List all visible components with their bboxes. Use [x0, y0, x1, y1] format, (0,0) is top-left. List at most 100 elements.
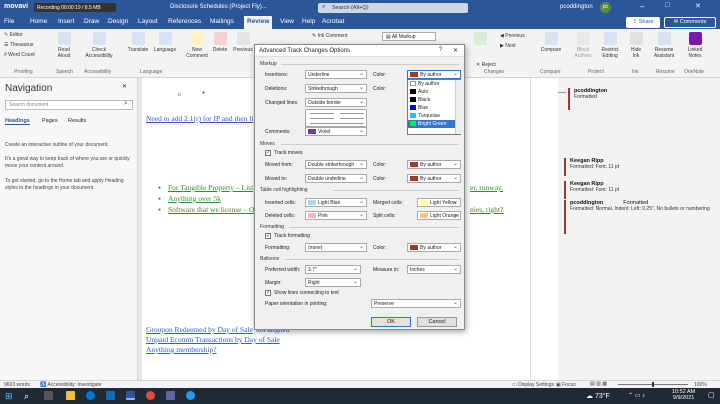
- read-aloud-button[interactable]: Read Aloud: [54, 32, 74, 59]
- color-option-auto[interactable]: Auto: [408, 88, 460, 96]
- file-explorer-icon[interactable]: [66, 391, 75, 400]
- task-view-icon[interactable]: [44, 391, 53, 400]
- formatting-color-select[interactable]: By author: [407, 243, 461, 252]
- search-icon[interactable]: ⌕: [24, 391, 29, 402]
- margin-select[interactable]: Right: [305, 278, 361, 287]
- view-mode-icons[interactable]: ▤ ▥ ▦: [590, 381, 607, 387]
- help-icon[interactable]: ?: [439, 47, 442, 53]
- track-moves-checkbox[interactable]: ✓: [265, 150, 271, 156]
- edge-icon[interactable]: [86, 391, 95, 400]
- tab-draw[interactable]: Draw: [84, 18, 99, 25]
- nav-tab-pages[interactable]: Pages: [42, 118, 58, 124]
- formatting-select[interactable]: (none): [305, 243, 367, 252]
- reject-button[interactable]: ✕ Reject: [476, 62, 496, 68]
- comment-balloon[interactable]: pcoddington Formatted: [568, 88, 716, 110]
- word-icon[interactable]: [126, 391, 135, 400]
- teams-icon[interactable]: [166, 391, 175, 400]
- tab-view[interactable]: View: [280, 18, 294, 25]
- moved-to-select[interactable]: Double underline: [305, 174, 367, 183]
- tab-review[interactable]: Review: [244, 16, 273, 29]
- color-option-by-author[interactable]: By author: [408, 80, 460, 88]
- app-icon[interactable]: [186, 391, 195, 400]
- weather-icon[interactable]: ☁ 73°F: [586, 392, 610, 400]
- avatar[interactable]: pc: [600, 2, 611, 13]
- next-change-button[interactable]: ▶ Next: [500, 43, 516, 49]
- tab-mailings[interactable]: Mailings: [210, 18, 234, 25]
- block-authors-button[interactable]: Block Authors: [570, 32, 596, 59]
- linked-notes-button[interactable]: Linked Notes: [682, 32, 708, 59]
- insertions-select[interactable]: Underline: [305, 70, 367, 79]
- moved-from-color-select[interactable]: By author: [407, 160, 461, 169]
- doc-bullet-5k[interactable]: Anything over 5k: [168, 194, 221, 203]
- color-dropdown-list[interactable]: By author Auto Black Blue Turquoise Brig…: [407, 79, 461, 135]
- previous-comment-button[interactable]: Previous: [231, 32, 255, 53]
- previous-change-button[interactable]: ◀ Previous: [500, 33, 525, 39]
- cancel-button[interactable]: Cancel: [417, 317, 457, 327]
- color-option-bright-green[interactable]: Bright Green: [408, 120, 460, 128]
- restrict-editing-button[interactable]: Restrict Editing: [597, 32, 623, 59]
- doc-line-ip[interactable]: Need to add 2.1(r) for IP and then li: [146, 114, 253, 123]
- compare-button[interactable]: Compare: [538, 32, 564, 53]
- comment-balloon[interactable]: pcoddington Formatted Formatted: Normal, …: [564, 200, 716, 234]
- user-name[interactable]: pcoddington: [560, 4, 593, 10]
- tab-help[interactable]: Help: [302, 18, 315, 25]
- inserted-cells-select[interactable]: Light Blue: [305, 198, 367, 207]
- deleted-cells-select[interactable]: Pink: [305, 211, 367, 220]
- comments-color-select[interactable]: Violet: [305, 127, 367, 136]
- zoom-slider-thumb[interactable]: [652, 382, 654, 387]
- delete-comment-button[interactable]: Delete: [210, 32, 230, 53]
- notifications-icon[interactable]: ▢: [708, 391, 715, 399]
- tab-file[interactable]: File: [4, 18, 14, 25]
- merged-cells-select[interactable]: Light Yellow: [417, 198, 461, 207]
- accept-button[interactable]: [468, 32, 492, 47]
- minimize-icon[interactable]: –: [640, 2, 644, 11]
- moved-to-color-select[interactable]: By author: [407, 174, 461, 183]
- track-formatting-checkbox[interactable]: ✓: [265, 233, 271, 239]
- nav-search-input[interactable]: Search document: [9, 102, 48, 108]
- nav-tab-headings[interactable]: Headings: [5, 118, 30, 125]
- check-accessibility-button[interactable]: Check Accessibility: [82, 32, 116, 59]
- nav-tab-results[interactable]: Results: [68, 118, 86, 124]
- doc-line-groupon[interactable]: Groupon Redeemed by Day of Sale: [146, 325, 253, 334]
- close-icon[interactable]: ✕: [453, 47, 458, 54]
- doc-line-unpaid[interactable]: Unpaid Ecomm Transactions by Day of Sale: [146, 335, 280, 344]
- tab-acrobat[interactable]: Acrobat: [322, 18, 344, 25]
- color-option-blue[interactable]: Blue: [408, 104, 460, 112]
- show-lines-checkbox[interactable]: ✓: [265, 290, 271, 296]
- ok-button[interactable]: OK: [371, 317, 411, 327]
- resume-assistant-button[interactable]: Resume Assistant: [650, 32, 678, 59]
- changed-lines-select[interactable]: Outside border: [305, 98, 367, 107]
- doc-bullet-software[interactable]: Software that we license – O: [168, 205, 254, 214]
- doc-line-membership[interactable]: Anything membership?: [146, 345, 217, 354]
- search-box[interactable]: ⌕ Search (Alt+Q): [318, 3, 468, 13]
- outlook-icon[interactable]: [106, 391, 115, 400]
- doc-bullet-software-tail[interactable]: nies, right?: [470, 205, 503, 214]
- share-button[interactable]: ⇪ Share: [626, 17, 660, 28]
- dropdown-scrollbar[interactable]: [455, 80, 461, 134]
- translate-button[interactable]: Translate: [126, 32, 150, 53]
- close-icon[interactable]: ✕: [695, 2, 701, 10]
- editor-button[interactable]: ✎ Editor: [4, 32, 23, 38]
- color-option-black[interactable]: Black: [408, 96, 460, 104]
- doc-bullet-tangible[interactable]: For Tangible Property – List: [168, 183, 253, 192]
- insertions-color-select[interactable]: By author: [407, 70, 461, 79]
- comment-balloon[interactable]: Keegan Ripp Formatted: Font: 11 pt: [564, 158, 716, 176]
- tab-home[interactable]: Home: [30, 18, 47, 25]
- color-option-turquoise[interactable]: Turquoise: [408, 112, 460, 120]
- tab-design[interactable]: Design: [108, 18, 128, 25]
- word-count-button[interactable]: # Word Count: [4, 52, 35, 58]
- hide-ink-button[interactable]: Hide Ink: [627, 32, 645, 59]
- language-button[interactable]: Language: [152, 32, 178, 53]
- movavi-icon[interactable]: [146, 391, 155, 400]
- ink-comment-button[interactable]: ✎ Ink Comment: [312, 33, 347, 39]
- tab-insert[interactable]: Insert: [58, 18, 74, 25]
- comments-button[interactable]: ✉ Comments: [664, 17, 716, 28]
- deletions-select[interactable]: Strikethrough: [305, 84, 367, 93]
- maximize-icon[interactable]: □: [665, 2, 669, 9]
- windows-start-icon[interactable]: ⊞: [5, 391, 13, 402]
- tab-references[interactable]: References: [168, 18, 201, 25]
- nav-search-box[interactable]: Search document ⌕: [5, 100, 133, 110]
- paper-orientation-select[interactable]: Preserve: [371, 299, 461, 308]
- comment-balloon[interactable]: Keegan Ripp Formatted: Font: 11 pt: [564, 181, 716, 199]
- clock[interactable]: 10:52 AM 9/9/2021: [672, 389, 695, 401]
